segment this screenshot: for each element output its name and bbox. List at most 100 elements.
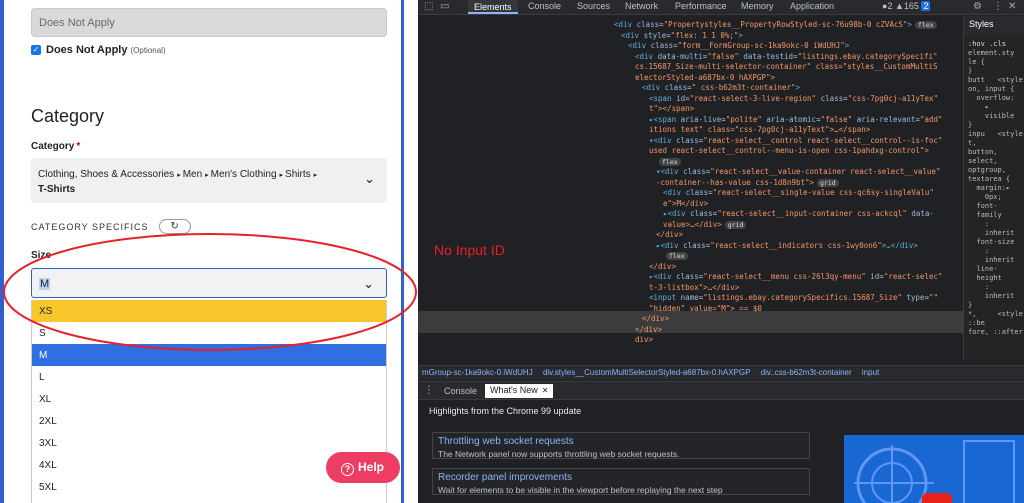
refresh-icon[interactable]: ↻	[158, 219, 191, 234]
size-option[interactable]: M	[32, 344, 386, 366]
tab-performance[interactable]: Performance	[675, 1, 727, 11]
tab-application[interactable]: Application	[790, 1, 834, 11]
dom-line[interactable]: ▾<div class="react-select__control react…	[649, 136, 943, 145]
chevron-down-icon[interactable]: ⌄	[364, 171, 375, 187]
dom-line[interactable]: ▸<div class="react-select__indicators cs…	[656, 241, 918, 250]
style-rule-line: inherit	[968, 256, 1015, 264]
dom-line[interactable]: </div>	[649, 262, 676, 271]
gear-icon[interactable]: ⚙	[973, 1, 982, 12]
layout-badge[interactable]: flex	[659, 157, 681, 166]
dom-breadcrumb-item[interactable]: input	[862, 368, 879, 377]
dom-line[interactable]: ▸<div class="react-select__input-contain…	[663, 209, 934, 218]
size-option[interactable]: S	[32, 322, 386, 344]
dom-line[interactable]: -container--has-value css-1d8n9bt"> grid	[656, 178, 839, 187]
more-options-icon[interactable]: ⋮	[424, 385, 434, 396]
whats-new-card[interactable]: Recorder panel improvements Wait for ele…	[432, 468, 810, 495]
layout-badge[interactable]: grid	[724, 220, 747, 229]
tab-sources[interactable]: Sources	[577, 1, 610, 11]
dom-line[interactable]: value>…</div> grid	[663, 220, 747, 229]
card-title[interactable]: Recorder panel improvements	[438, 472, 809, 483]
card-title[interactable]: Throttling web socket requests	[438, 436, 809, 447]
chevron-down-icon[interactable]: ⌄	[363, 276, 374, 292]
style-rule-line: 0px;	[968, 193, 1002, 201]
tab-console[interactable]: Console	[528, 1, 561, 11]
category-specifics-header: CATEGORY SPECIFICS ↻	[31, 219, 191, 234]
play-icon[interactable]	[922, 493, 952, 503]
size-option[interactable]: 2XL	[32, 410, 386, 432]
dom-line[interactable]: ▸<span aria-live="polite" aria-atomic="f…	[649, 115, 943, 124]
issue-counts[interactable]: ●2 ▲165 2	[882, 1, 931, 11]
dom-line[interactable]: used react-select__control--menu-is-open…	[649, 146, 929, 155]
dom-line[interactable]: div>	[635, 335, 653, 344]
close-icon[interactable]: ✕	[1008, 1, 1016, 12]
styles-tab[interactable]: Styles	[964, 16, 1024, 36]
dom-line[interactable]: <div class=" css-b62m3t-container">	[642, 83, 800, 92]
size-option[interactable]: L	[32, 366, 386, 388]
help-button[interactable]: ? Help	[326, 452, 400, 483]
dom-breadcrumb-bar: mGroup-sc-1ka9okc-0.iWdUHJ div.styles__C…	[418, 365, 1024, 380]
dom-line[interactable]: </div>	[642, 314, 669, 323]
annotation-text: No Input ID	[434, 242, 505, 258]
dom-line[interactable]: ▾<div class="react-select__value-contain…	[656, 167, 940, 176]
dom-line[interactable]: </div>	[635, 325, 662, 334]
category-selector[interactable]: Clothing, Shoes & Accessories ▸ Men ▸ Men's …	[31, 158, 387, 203]
help-label: Help	[358, 460, 385, 474]
dom-line[interactable]: itions text" class="css-7pg0cj-a11yText"…	[649, 125, 870, 134]
layout-badge[interactable]: flex	[915, 21, 937, 29]
more-options-icon[interactable]: ⋮	[993, 1, 1003, 12]
dom-line[interactable]: flex	[656, 157, 681, 166]
optional-label: (Optional)	[130, 45, 166, 55]
dom-line[interactable]: <div class="react-select__single-value c…	[663, 188, 934, 197]
dom-breadcrumb-item[interactable]: div.styles__CustomMultiSelectorStyled-a6…	[543, 368, 751, 377]
size-option[interactable]: XS	[32, 300, 386, 322]
whats-new-card[interactable]: Throttling web socket requests The Netwo…	[432, 432, 810, 459]
dom-line[interactable]: "hidden" value="M"> == $0	[649, 304, 762, 313]
does-not-apply-input[interactable]: Does Not Apply	[31, 8, 387, 37]
size-option[interactable]: XL	[32, 388, 386, 410]
tab-elements[interactable]: Elements	[468, 0, 518, 14]
style-rule-line: :	[968, 247, 990, 255]
style-rule-line: family	[968, 211, 1002, 219]
dom-tree: No Input ID <div class="Propertystyles__…	[418, 16, 963, 360]
style-rule-line: visible	[968, 112, 1015, 120]
style-rule-line: font-size	[968, 238, 1015, 246]
dom-line[interactable]: <div data-multi="false" data-testid="lis…	[635, 52, 938, 61]
dom-line[interactable]: <div class="form__FormGroup-sc-1ka9okc-0…	[628, 41, 849, 50]
dom-line[interactable]: <div style="flex: 1 1 0%;">	[621, 31, 743, 40]
tab-memory[interactable]: Memory	[741, 1, 774, 11]
dom-line[interactable]: ▸<div class="react-select__menu css-26l3…	[649, 272, 943, 281]
category-label: Category *	[31, 141, 80, 152]
drawer-tab-console[interactable]: Console	[444, 386, 477, 396]
dom-breadcrumb-item[interactable]: div..css-b62m3t-container	[761, 368, 852, 377]
style-rule-line: on, input {	[968, 85, 1015, 93]
does-not-apply-row[interactable]: ✓ Does Not Apply (Optional)	[31, 44, 166, 56]
dom-line[interactable]: <span id="react-select-3-live-region" cl…	[649, 94, 938, 103]
whats-new-video-thumbnail[interactable]	[844, 435, 1024, 503]
dom-line[interactable]: flex	[663, 251, 688, 260]
dom-line[interactable]: cs.15687_Size-multi-selector-container" …	[635, 62, 938, 71]
dom-line[interactable]: </div>	[656, 230, 683, 239]
dom-line[interactable]: t-3-listbox">…</div>	[649, 283, 739, 292]
devtools-panel: ⬚ ▭ Elements Console Sources Network Per…	[418, 0, 1024, 503]
listing-form-panel: Does Not Apply ✓ Does Not Apply (Optiona…	[0, 0, 418, 503]
breadcrumb-item: Shirts	[285, 169, 311, 180]
close-icon[interactable]: ✕	[542, 386, 549, 395]
style-rule-line: :	[968, 283, 990, 291]
breadcrumb-item: Clothing, Shoes & Accessories	[38, 169, 175, 180]
dom-line[interactable]: electorStyled-a687bx-0 hAXPGP">	[635, 73, 775, 82]
dom-line[interactable]: <input name="listings.ebay.categorySpeci…	[649, 293, 938, 302]
dom-line[interactable]: e">M</div>	[663, 199, 708, 208]
drawer-tab-whats-new[interactable]: What's New ✕	[485, 384, 554, 398]
size-select[interactable]: M ⌄	[31, 268, 387, 298]
size-option[interactable]: 3XL	[32, 432, 386, 454]
dom-line[interactable]: <div class="Propertystyles__PropertyRowS…	[614, 20, 937, 29]
device-toolbar-icon[interactable]: ▭	[440, 1, 449, 12]
dom-breadcrumb-item[interactable]: mGroup-sc-1ka9okc-0.iWdUHJ	[422, 368, 533, 377]
layout-badge[interactable]: flex	[666, 252, 688, 260]
layout-badge[interactable]: grid	[817, 178, 839, 187]
checkbox-checked-icon[interactable]: ✓	[31, 45, 41, 55]
styles-filter[interactable]: :hov .cls	[964, 36, 1024, 49]
tab-network[interactable]: Network	[625, 1, 658, 11]
inspect-icon[interactable]: ⬚	[424, 1, 433, 12]
dom-line[interactable]: t"></span>	[649, 104, 694, 113]
